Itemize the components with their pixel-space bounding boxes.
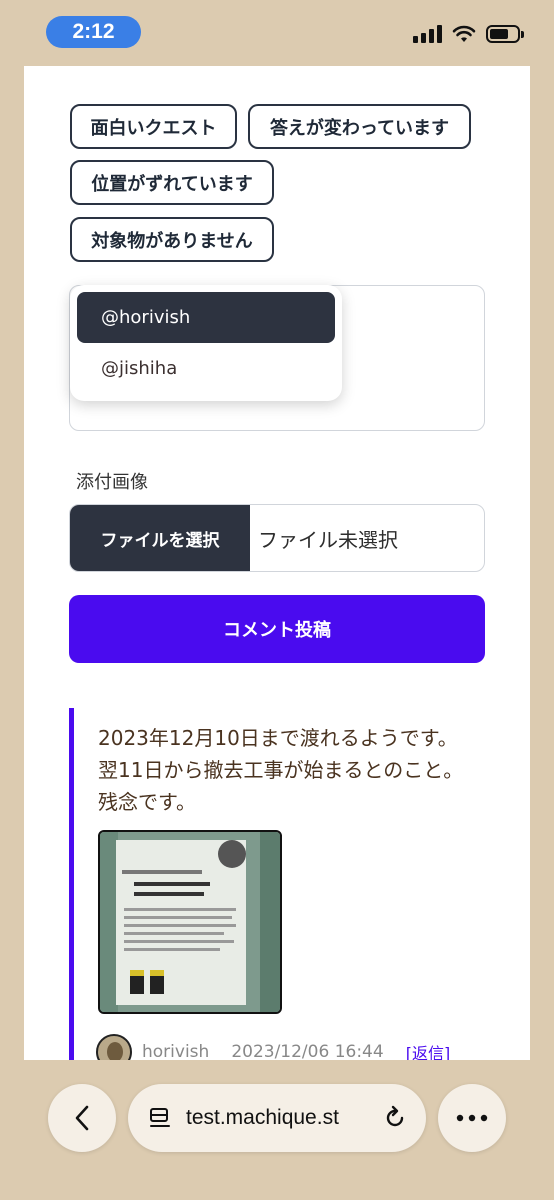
- reload-icon[interactable]: [382, 1105, 408, 1131]
- file-input[interactable]: ファイルを選択 ファイル未選択: [69, 504, 485, 572]
- comment-body: 2023年12月10日まで渡れるようです。 翌11日から撤去工事が始まるとのこと…: [98, 708, 486, 818]
- more-dots-icon: [456, 1114, 488, 1122]
- comment-item: 2023年12月10日まで渡れるようです。 翌11日から撤去工事が始まるとのこと…: [69, 708, 489, 1060]
- avatar[interactable]: [96, 1034, 132, 1060]
- comment-line: 2023年12月10日まで渡れるようです。: [98, 726, 458, 750]
- choose-file-button[interactable]: ファイルを選択: [70, 505, 250, 571]
- post-comment-button[interactable]: コメント投稿: [69, 595, 485, 663]
- chip-interesting-quest[interactable]: 面白いクエスト: [70, 104, 237, 149]
- notice-photo-image: [100, 832, 280, 1012]
- comment-attachment-thumbnail[interactable]: [98, 830, 282, 1014]
- chip-position-shifted[interactable]: 位置がずれています: [70, 160, 274, 205]
- url-text: test.machique.st: [186, 1106, 339, 1129]
- status-time: 2:12: [46, 16, 141, 48]
- back-button[interactable]: [48, 1084, 116, 1152]
- more-menu-button[interactable]: [438, 1084, 506, 1152]
- file-status: ファイル未選択: [258, 527, 398, 552]
- comment-line: 翌11日から撤去工事が始まるとのこと。: [98, 758, 464, 782]
- address-bar[interactable]: test.machique.st: [128, 1084, 426, 1152]
- comment-meta: horivish 2023/12/06 16:44 [返信]: [96, 1034, 450, 1060]
- chip-answer-changed[interactable]: 答えが変わっています: [248, 104, 471, 149]
- comment-timestamp: 2023/12/06 16:44: [231, 1042, 384, 1060]
- browser-toolbar: test.machique.st: [0, 1060, 554, 1200]
- reply-link[interactable]: [返信]: [406, 1040, 451, 1060]
- status-icons: [413, 22, 524, 46]
- mention-option[interactable]: @jishiha: [77, 343, 335, 394]
- chevron-left-icon: [75, 1105, 89, 1131]
- page-menu-icon: [150, 1108, 170, 1127]
- battery-icon: [486, 25, 524, 43]
- comment-line: 残念です。: [98, 790, 196, 814]
- chip-object-missing[interactable]: 対象物がありません: [70, 217, 274, 262]
- mention-option[interactable]: @horivish: [77, 292, 335, 343]
- comment-form-card: 面白いクエスト 答えが変わっています 位置がずれています 対象物がありません @…: [24, 66, 530, 1060]
- status-bar: 2:12: [0, 0, 554, 66]
- wifi-icon: [452, 25, 476, 42]
- comment-author[interactable]: horivish: [142, 1042, 209, 1060]
- attachment-label: 添付画像: [76, 472, 148, 493]
- mention-suggestions: @horivish @jishiha: [70, 285, 342, 401]
- cellular-signal-icon: [413, 25, 442, 43]
